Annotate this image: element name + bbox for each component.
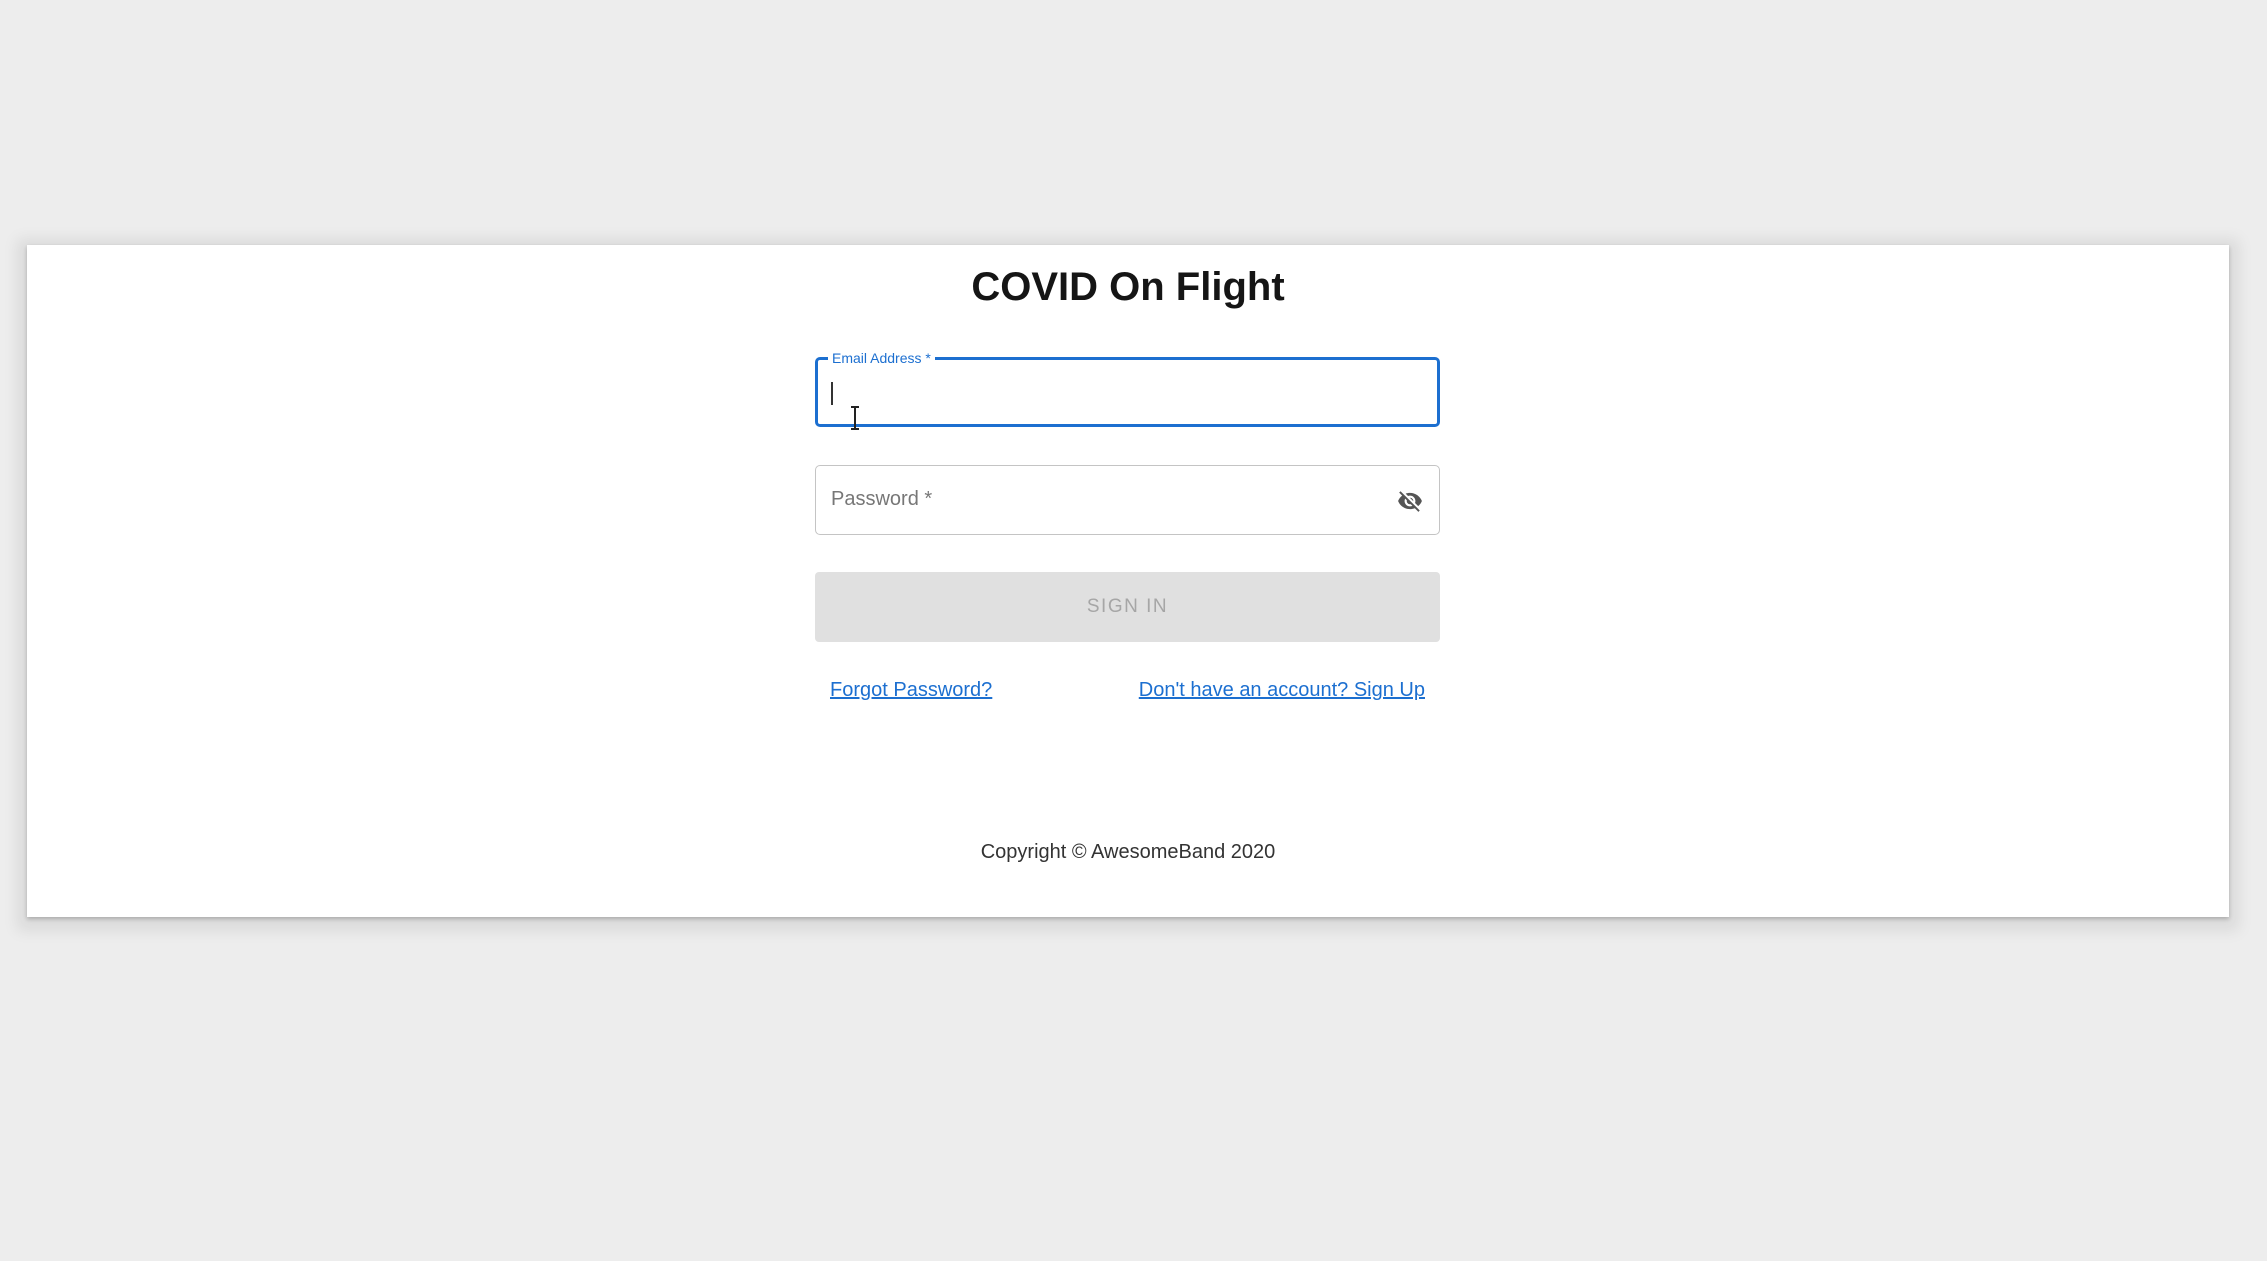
- email-input[interactable]: [828, 370, 1377, 414]
- visibility-off-icon[interactable]: [1395, 488, 1425, 514]
- text-cursor-icon: [851, 406, 859, 430]
- password-field[interactable]: Password *: [815, 465, 1440, 535]
- email-field-label: Email Address *: [828, 350, 935, 366]
- copyright-text: Copyright © AwesomeBand 2020: [980, 841, 1276, 863]
- auth-links: Forgot Password? Don't have an account? …: [815, 679, 1440, 702]
- sign-in-card: COVID On Flight Email Address * Password…: [27, 245, 2229, 917]
- forgot-password-link[interactable]: Forgot Password?: [830, 679, 992, 702]
- sign-in-button[interactable]: SIGN IN: [815, 572, 1440, 642]
- email-field[interactable]: Email Address *: [815, 350, 1440, 430]
- password-field-label: Password *: [831, 488, 933, 510]
- text-caret: [831, 382, 833, 405]
- sign-up-link[interactable]: Don't have an account? Sign Up: [1139, 679, 1425, 702]
- page-title: COVID On Flight: [971, 265, 1285, 309]
- sign-in-form: Email Address * Password * SIGN IN Forgo…: [815, 350, 1440, 702]
